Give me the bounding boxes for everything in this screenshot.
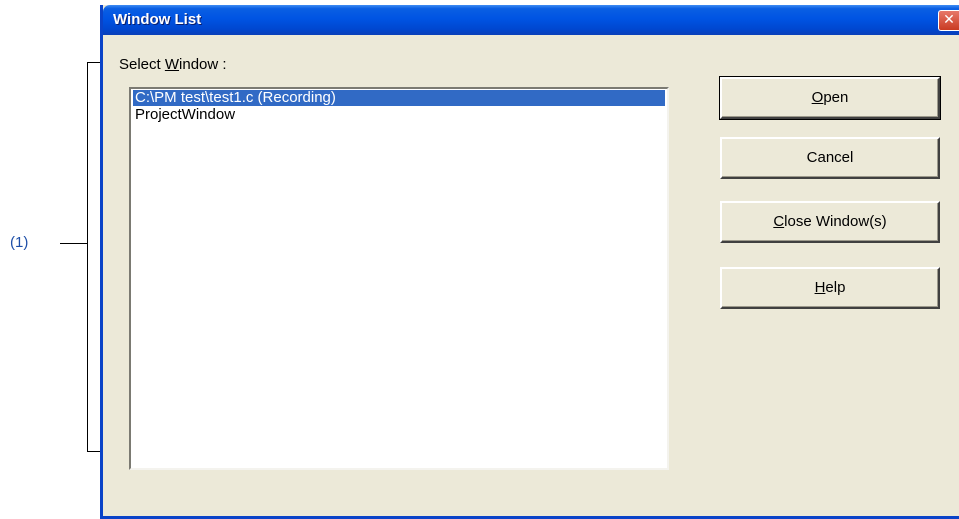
- close-windows-mnemonic: C: [773, 213, 785, 230]
- help-mnemonic: H: [814, 279, 826, 296]
- help-button[interactable]: Help: [720, 267, 940, 309]
- window-listbox[interactable]: C:\PM test\test1.c (Recording) ProjectWi…: [129, 87, 669, 470]
- cancel-button[interactable]: Cancel: [720, 137, 940, 179]
- list-item-projectwindow[interactable]: ProjectWindow: [133, 107, 235, 123]
- close-windows-button[interactable]: Close Window(s): [720, 201, 940, 243]
- cancel-label: Cancel: [806, 149, 854, 166]
- help-label: elp: [825, 279, 846, 296]
- annotation-bracket-vertical: [87, 62, 88, 452]
- annotation-tick-line: [60, 243, 88, 244]
- close-windows-label: lose Window(s): [784, 213, 887, 230]
- list-item-recording[interactable]: C:\PM test\test1.c (Recording): [133, 90, 665, 106]
- open-mnemonic: O: [811, 89, 824, 106]
- dialog-title: Window List: [113, 11, 202, 28]
- window-list-dialog: Window List ✕ Select Window : C:\PM test…: [100, 5, 959, 519]
- titlebar[interactable]: Window List ✕: [103, 5, 959, 35]
- select-label-after: indow :: [179, 56, 227, 73]
- open-button[interactable]: Open: [719, 76, 941, 120]
- annotation-label: (1): [10, 234, 29, 251]
- open-label: pen: [823, 89, 849, 106]
- select-window-label: Select Window :: [119, 56, 227, 73]
- select-label-mnemonic: W: [164, 56, 180, 73]
- close-icon[interactable]: ✕: [938, 10, 959, 31]
- select-label-before: Select: [119, 56, 165, 73]
